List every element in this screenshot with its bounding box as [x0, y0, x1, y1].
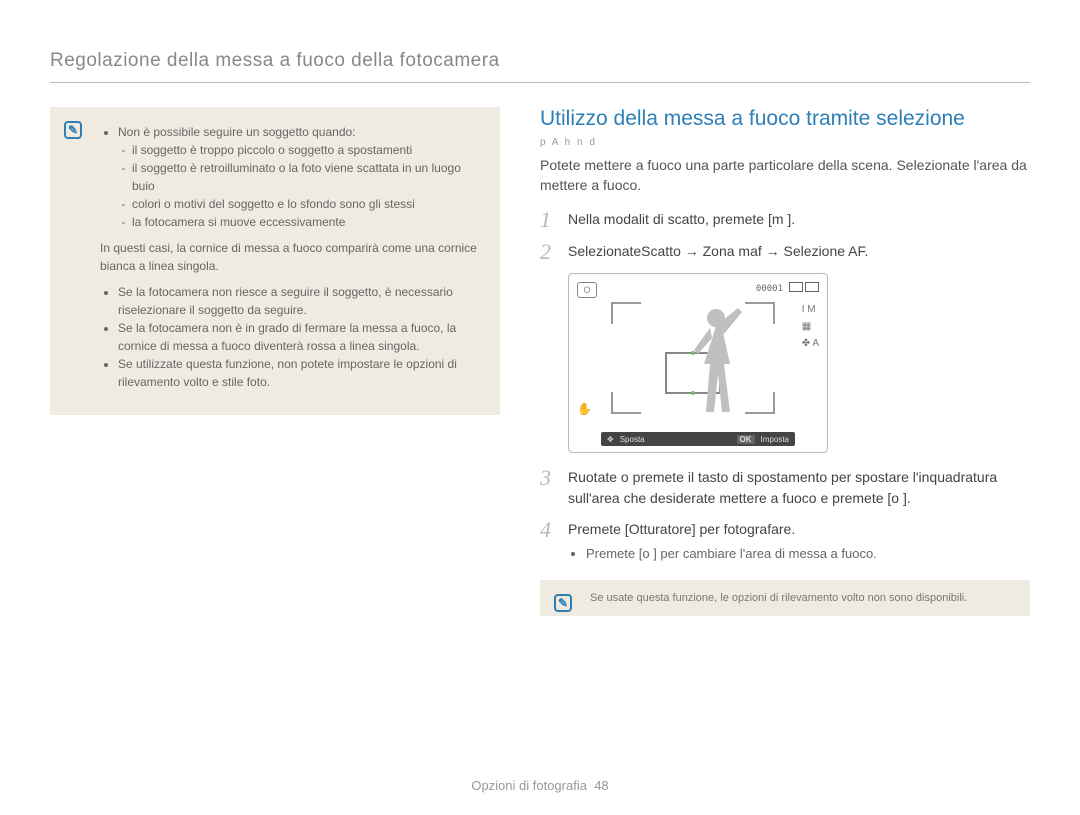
step-4-number: 4 [540, 519, 558, 564]
bottom-label-move: Sposta [620, 435, 645, 444]
note-sub-3: colori o motivi del soggetto e lo sfondo… [132, 195, 482, 213]
content-columns: ✎ Non è possibile seguire un soggetto qu… [50, 107, 1030, 616]
note-item-1-text: Non è possibile seguire un soggetto quan… [118, 125, 356, 139]
bottom-label-set: Imposta [761, 435, 789, 444]
note-item-2: Se la fotocamera non riesce a seguire il… [118, 283, 482, 319]
camera-right-icon-1: I M [802, 304, 819, 315]
footer-section: Opzioni di fotografia [471, 778, 587, 793]
step-3-body: Ruotate o premete il tasto di spostament… [568, 467, 1030, 509]
step-2: 2 SelezionateScatto → Zona maf → Selezio… [540, 241, 1030, 263]
step-2-body: SelezionateScatto → Zona maf → Selezione… [568, 241, 1030, 263]
step-1-number: 1 [540, 209, 558, 231]
battery-icons [787, 282, 819, 295]
note-item-1: Non è possibile seguire un soggetto quan… [118, 123, 482, 231]
note-box-main: ✎ Non è possibile seguire un soggetto qu… [50, 107, 500, 415]
note-box-bottom: ✎ Se usate questa funzione, le opzioni d… [540, 580, 1030, 616]
camera-right-icon-3: ✤ A [802, 338, 819, 349]
camera-top-right: 00001 [756, 282, 819, 295]
step-1-body: Nella modalit di scatto, premete [m ]. [568, 209, 1030, 231]
step-3-number: 3 [540, 467, 558, 509]
nav-arrows-icon: ✥ [607, 435, 614, 444]
step-4: 4 Premete [Otturatore] per fotografare. … [540, 519, 1030, 564]
section-title: Utilizzo della messa a fuoco tramite sel… [540, 107, 1030, 131]
note-list: Non è possibile seguire un soggetto quan… [100, 123, 482, 231]
page-footer: Opzioni di fotografia 48 [0, 778, 1080, 793]
step-3: 3 Ruotate o premete il tasto di spostame… [540, 467, 1030, 509]
note-sub-1: il soggetto è troppo piccolo o soggetto … [132, 141, 482, 159]
camera-counter: 00001 [756, 284, 783, 294]
step-4-text: Premete [Otturatore] per fotografare. [568, 521, 795, 537]
step-4-sublist: Premete [o ] per cambiare l'area di mess… [568, 544, 1030, 564]
note-list-2: Se la fotocamera non riesce a seguire il… [100, 283, 482, 391]
camera-left-icon: ✋ [577, 402, 592, 416]
frame-corner-bl [611, 392, 641, 414]
camera-right-icon-2: ▦ [802, 321, 819, 332]
step-1: 1 Nella modalit di scatto, premete [m ]. [540, 209, 1030, 231]
left-column: ✎ Non è possibile seguire un soggetto qu… [50, 107, 500, 616]
subject-silhouette [684, 304, 764, 424]
step-4-body: Premete [Otturatore] per fotografare. Pr… [568, 519, 1030, 564]
step-4-sub: Premete [o ] per cambiare l'area di mess… [586, 544, 1030, 564]
steps-list: 1 Nella modalit di scatto, premete [m ].… [540, 209, 1030, 564]
frame-corner-tl [611, 302, 641, 324]
note-item-1-sublist: il soggetto è troppo piccolo o soggetto … [118, 141, 482, 231]
note-sub-4: la fotocamera si muove eccessivamente [132, 213, 482, 231]
note-bottom-text: Se usate questa funzione, le opzioni di … [590, 592, 967, 604]
note-item-3: Se la fotocamera non è in grado di ferma… [118, 319, 482, 355]
footer-page: 48 [594, 778, 608, 793]
camera-right-icons: I M ▦ ✤ A [802, 304, 819, 349]
note-sub-2: il soggetto è retroilluminato o la foto … [132, 159, 482, 195]
mode-tags: p A h n d [540, 137, 1030, 148]
note-item-4: Se utilizzate questa funzione, non potet… [118, 355, 482, 391]
note-para: In questi casi, la cornice di messa a fu… [100, 239, 482, 275]
section-intro: Potete mettere a fuoco una parte partico… [540, 156, 1030, 195]
right-column: Utilizzo della messa a fuoco tramite sel… [540, 107, 1030, 616]
note-icon-bottom: ✎ [554, 594, 572, 612]
page-title: Regolazione della messa a fuoco della fo… [50, 50, 1030, 83]
camera-mode-icon: O [577, 282, 597, 298]
ok-button-label: OK [737, 435, 755, 444]
camera-display-illustration: O 00001 I M ▦ ✤ A ✋ [568, 273, 828, 453]
step-2-number: 2 [540, 241, 558, 263]
camera-bottom-bar: ✥ Sposta OK Imposta [601, 432, 795, 446]
note-icon: ✎ [64, 121, 82, 139]
